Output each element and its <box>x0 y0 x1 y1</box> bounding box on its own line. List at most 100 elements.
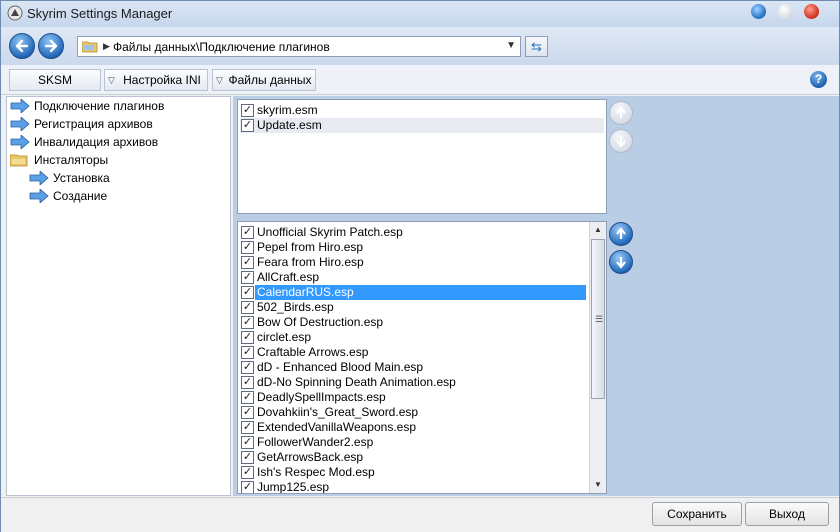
arrow-down-icon <box>616 136 626 148</box>
tree-item-create[interactable]: Создание <box>29 187 225 205</box>
master-files-list[interactable]: ✓ skyrim.esm ✓ Update.esm <box>237 99 607 214</box>
scroll-down-icon[interactable]: ▼ <box>590 477 606 493</box>
menu-bar: SKSM ▽ Настройка INI ▽ Файлы данных ? <box>1 65 839 95</box>
tree-item-installers[interactable]: Инсталяторы <box>10 151 225 169</box>
menu-sksm[interactable]: SKSM <box>9 69 101 91</box>
plugin-checkbox[interactable]: ✓ <box>241 226 254 239</box>
plugin-name: Unofficial Skyrim Patch.esp <box>257 225 403 239</box>
list-item[interactable]: ✓ Bow Of Destruction.esp <box>240 315 586 330</box>
plugin-checkbox[interactable]: ✓ <box>241 119 254 132</box>
skyrim-logo-icon <box>7 5 23 21</box>
plugin-checkbox[interactable]: ✓ <box>241 481 254 493</box>
address-bar[interactable]: ▶ Файлы данных\Подключение плагинов ▼ <box>77 36 521 57</box>
list-item[interactable]: ✓ Ish's Respec Mod.esp <box>240 465 586 480</box>
plugin-name: DeadlySpellImpacts.esp <box>257 390 386 404</box>
arrow-right-icon <box>29 171 49 185</box>
plugin-name: circlet.esp <box>257 330 312 344</box>
plugin-checkbox[interactable]: ✓ <box>241 331 254 344</box>
forward-button[interactable] <box>38 33 64 59</box>
list-item[interactable]: ✓ Unofficial Skyrim Patch.esp <box>240 225 586 240</box>
plugin-checkbox[interactable]: ✓ <box>241 256 254 269</box>
plugin-name: ExtendedVanillaWeapons.esp <box>257 420 416 434</box>
list-item[interactable]: ✓ Feara from Hiro.esp <box>240 255 586 270</box>
back-arrow-icon <box>15 39 29 53</box>
arrow-up-icon <box>616 227 626 239</box>
list-item[interactable]: ✓ ExtendedVanillaWeapons.esp <box>240 420 586 435</box>
list-item[interactable]: ✓ Craftable Arrows.esp <box>240 345 586 360</box>
save-button[interactable]: Сохранить <box>652 502 742 526</box>
list-item[interactable]: ✓ skyrim.esm <box>240 103 604 118</box>
plugin-name: dD - Enhanced Blood Main.esp <box>257 360 424 374</box>
maximize-button[interactable] <box>778 4 793 19</box>
plugin-checkbox[interactable]: ✓ <box>241 346 254 359</box>
window-title: Skyrim Settings Manager <box>27 6 173 21</box>
plugin-checkbox[interactable]: ✓ <box>241 286 254 299</box>
minimize-button[interactable] <box>751 4 766 19</box>
plugin-checkbox[interactable]: ✓ <box>241 361 254 374</box>
folder-icon <box>82 41 98 53</box>
tree-item-label: Инсталяторы <box>34 153 109 167</box>
plugin-checkbox[interactable]: ✓ <box>241 451 254 464</box>
arrow-right-icon <box>10 117 30 131</box>
breadcrumb-separator-icon: ▶ <box>103 41 110 51</box>
plugin-list-scrollbar[interactable]: ▲ ☰ ▼ <box>589 222 606 493</box>
tree-item-archive-invalidation[interactable]: Инвалидация архивов <box>10 133 225 151</box>
plugin-name: dD-No Spinning Death Animation.esp <box>257 375 456 389</box>
list-item[interactable]: ✓ Dovahkiin's_Great_Sword.esp <box>240 405 586 420</box>
close-button[interactable] <box>804 4 819 19</box>
exit-button[interactable]: Выход <box>745 502 829 526</box>
plugin-name: AllCraft.esp <box>257 270 320 284</box>
tree-item-label: Подключение плагинов <box>34 99 165 113</box>
list-item[interactable]: ✓ Jump125.esp <box>240 480 586 494</box>
chevron-down-icon[interactable]: ▼ <box>506 40 516 51</box>
plugin-checkbox[interactable]: ✓ <box>241 466 254 479</box>
navigation-tree: Подключение плагинов Регистрация архивов… <box>6 96 231 496</box>
menu-ini-settings[interactable]: ▽ Настройка INI <box>104 69 208 91</box>
list-item[interactable]: ✓ CalendarRUS.esp <box>240 285 586 300</box>
plugin-checkbox[interactable]: ✓ <box>241 316 254 329</box>
tree-item-install[interactable]: Установка <box>29 169 225 187</box>
plugin-name: Dovahkiin's_Great_Sword.esp <box>257 405 419 419</box>
list-item[interactable]: ✓ Pepel from Hiro.esp <box>240 240 586 255</box>
menu-data-files[interactable]: ▽ Файлы данных <box>212 69 316 91</box>
plugin-checkbox[interactable]: ✓ <box>241 376 254 389</box>
tree-item-plugins[interactable]: Подключение плагинов <box>10 97 225 115</box>
list-item[interactable]: ✓ dD-No Spinning Death Animation.esp <box>240 375 586 390</box>
help-icon[interactable]: ? <box>810 71 827 88</box>
address-text: Файлы данных\Подключение плагинов <box>113 40 330 54</box>
list-item[interactable]: ✓ DeadlySpellImpacts.esp <box>240 390 586 405</box>
plugin-checkbox[interactable]: ✓ <box>241 104 254 117</box>
move-up-button-disabled <box>609 101 633 125</box>
scroll-up-icon[interactable]: ▲ <box>590 222 606 238</box>
refresh-button[interactable]: ⇆ <box>525 36 548 57</box>
plugin-name: Jump125.esp <box>257 480 330 494</box>
move-up-button[interactable] <box>609 222 633 246</box>
plugin-name: Feara from Hiro.esp <box>257 255 364 269</box>
grip-icon: ☰ <box>595 314 604 324</box>
list-item[interactable]: ✓ 502_Birds.esp <box>240 300 586 315</box>
move-down-button-disabled <box>609 129 633 153</box>
plugin-checkbox[interactable]: ✓ <box>241 421 254 434</box>
chevron-down-icon: ▽ <box>216 75 223 85</box>
list-item[interactable]: ✓ AllCraft.esp <box>240 270 586 285</box>
plugin-checkbox[interactable]: ✓ <box>241 436 254 449</box>
list-item[interactable]: ✓ FollowerWander2.esp <box>240 435 586 450</box>
plugin-checkbox[interactable]: ✓ <box>241 241 254 254</box>
plugins-panel: ✓ skyrim.esm ✓ Update.esm ✓ Unofficial Sk… <box>233 96 839 496</box>
move-down-button[interactable] <box>609 250 633 274</box>
plugin-checkbox[interactable]: ✓ <box>241 301 254 314</box>
list-item[interactable]: ✓ dD - Enhanced Blood Main.esp <box>240 360 586 375</box>
plugin-files-list[interactable]: ✓ Unofficial Skyrim Patch.esp ✓ Pepel from … <box>237 221 607 494</box>
arrow-right-icon <box>29 189 49 203</box>
list-item[interactable]: ✓ circlet.esp <box>240 330 586 345</box>
plugin-name: Update.esm <box>257 118 322 132</box>
scrollbar-thumb[interactable]: ☰ <box>591 239 605 399</box>
list-item[interactable]: ✓ GetArrowsBack.esp <box>240 450 586 465</box>
plugin-checkbox[interactable]: ✓ <box>241 271 254 284</box>
tree-item-archive-registration[interactable]: Регистрация архивов <box>10 115 225 133</box>
plugin-checkbox[interactable]: ✓ <box>241 406 254 419</box>
arrow-right-icon <box>10 135 30 149</box>
plugin-checkbox[interactable]: ✓ <box>241 391 254 404</box>
back-button[interactable] <box>9 33 35 59</box>
list-item[interactable]: ✓ Update.esm <box>240 118 604 133</box>
